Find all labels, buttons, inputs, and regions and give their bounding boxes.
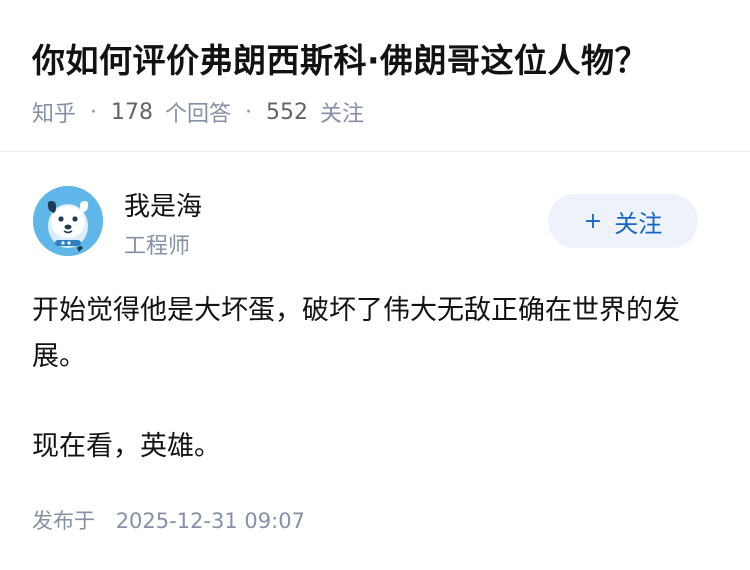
question-header: 你如何评价弗朗西斯科·佛朗哥这位人物？ 知乎 · 178 个回答 · 552 关…	[0, 0, 750, 152]
header-divider	[0, 151, 750, 152]
author-title: 工程师	[124, 234, 191, 259]
follower-count-label: 关注	[320, 102, 365, 127]
answer-count: 178	[111, 99, 154, 125]
published-info: 发布于 2025-12-31 09:07	[32, 505, 305, 535]
published-label: 发布于	[32, 509, 95, 533]
meta-separator: ·	[245, 99, 253, 125]
follow-button-label: 关注	[614, 209, 663, 238]
meta-separator: ·	[90, 99, 98, 125]
answer-paragraph: 现在看，英雄。	[32, 431, 221, 462]
answer-content: 开始觉得他是大坏蛋，破坏了伟大无敌正确在世界的发展。 现在看，英雄。	[32, 288, 712, 514]
source-label[interactable]: 知乎	[32, 96, 76, 128]
plus-icon: +	[583, 208, 603, 234]
follow-button[interactable]: + 关注	[548, 194, 698, 248]
answer-paragraph: 开始觉得他是大坏蛋，破坏了伟大无敌正确在世界的发展。	[32, 295, 680, 372]
author-avatar[interactable]	[33, 186, 103, 256]
published-time: 2025-12-31 09:07	[115, 509, 305, 533]
author-name[interactable]: 我是海	[124, 186, 202, 223]
question-meta: 知乎 · 178 个回答 · 552 关注	[32, 96, 364, 128]
follower-count: 552	[266, 99, 309, 125]
dog-avatar-icon	[33, 186, 103, 256]
question-title[interactable]: 你如何评价弗朗西斯科·佛朗哥这位人物？	[32, 34, 648, 82]
answer-count-label[interactable]: 个回答	[165, 96, 231, 128]
